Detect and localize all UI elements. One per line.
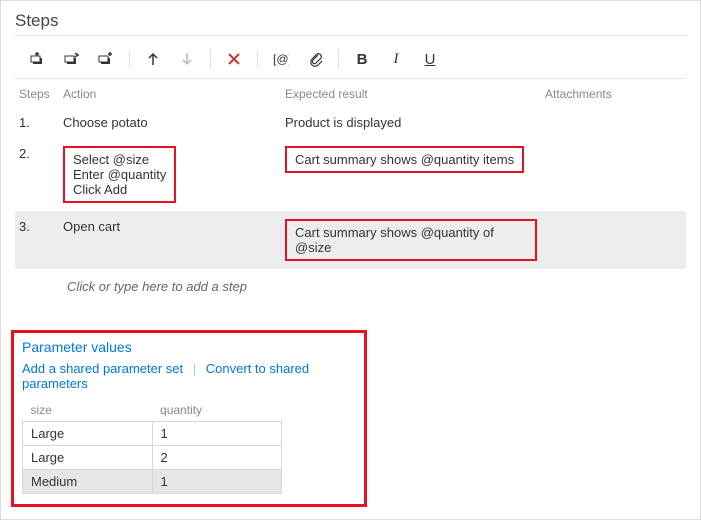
col-action: Action	[59, 85, 281, 107]
create-shared-steps-button[interactable]	[89, 46, 123, 72]
insert-shared-steps-button[interactable]	[55, 46, 89, 72]
attach-button[interactable]	[298, 46, 332, 72]
col-attachments: Attachments	[541, 85, 686, 107]
param-size[interactable]: Large	[23, 422, 153, 446]
step-action: Choose potato	[63, 115, 148, 130]
italic-icon: I	[394, 51, 399, 68]
step-number: 2.	[15, 138, 59, 211]
step-action: Select @size Enter @quantity Click Add	[63, 146, 176, 203]
step-row[interactable]: 2.Select @size Enter @quantity Click Add…	[15, 138, 686, 211]
grid-header-row: Steps Action Expected result Attachments	[15, 85, 686, 107]
param-quantity[interactable]: 1	[152, 470, 281, 494]
param-quantity[interactable]: 1	[152, 422, 281, 446]
step-action-cell[interactable]: Choose potato	[59, 107, 281, 138]
delete-step-button[interactable]	[217, 46, 251, 72]
parameter-links: Add a shared parameter set | Convert to …	[22, 361, 356, 391]
separator	[338, 50, 339, 68]
param-size[interactable]: Large	[23, 446, 153, 470]
parameter-table: size quantity Large1Large2Medium1	[22, 399, 282, 494]
step-action-cell[interactable]: Open cart	[59, 211, 281, 269]
insert-step-icon	[30, 51, 46, 67]
divider	[15, 35, 686, 36]
param-row[interactable]: Large1	[23, 422, 282, 446]
param-row[interactable]: Medium1	[23, 470, 282, 494]
col-expected: Expected result	[281, 85, 541, 107]
step-action-cell[interactable]: Select @size Enter @quantity Click Add	[59, 138, 281, 211]
step-attachments-cell[interactable]	[541, 107, 686, 138]
divider	[15, 78, 686, 79]
separator	[257, 50, 258, 68]
move-up-button[interactable]	[136, 46, 170, 72]
step-number: 1.	[15, 107, 59, 138]
at-icon: [@]	[273, 51, 289, 67]
param-col-quantity: quantity	[152, 399, 281, 422]
underline-icon: U	[425, 51, 436, 68]
step-number: 3.	[15, 211, 59, 269]
steps-grid: Steps Action Expected result Attachments…	[15, 85, 686, 269]
underline-button[interactable]: U	[413, 46, 447, 72]
step-expected: Cart summary shows @quantity items	[285, 146, 524, 173]
toolbar: [@] B I U	[15, 44, 686, 76]
separator	[129, 50, 130, 68]
step-expected: Cart summary shows @quantity of @size	[285, 219, 537, 261]
add-step-placeholder[interactable]: Click or type here to add a step	[15, 269, 686, 294]
paperclip-icon	[307, 51, 323, 67]
step-action: Open cart	[63, 219, 120, 234]
parameter-values-panel: Parameter values Add a shared parameter …	[11, 330, 367, 507]
delete-icon	[226, 51, 242, 67]
parameter-values-title: Parameter values	[22, 339, 356, 355]
param-col-size: size	[23, 399, 153, 422]
insert-step-button[interactable]	[21, 46, 55, 72]
param-row[interactable]: Large2	[23, 446, 282, 470]
panel-title: Steps	[15, 11, 686, 31]
add-shared-parameter-link[interactable]: Add a shared parameter set	[22, 361, 183, 376]
separator	[210, 50, 211, 68]
step-attachments-cell[interactable]	[541, 138, 686, 211]
italic-button[interactable]: I	[379, 46, 413, 72]
steps-panel: Steps [@] B I U	[1, 1, 700, 294]
arrow-up-icon	[145, 51, 161, 67]
step-row[interactable]: 3. Open cart Cart summary shows @quantity …	[15, 211, 686, 269]
step-expected-cell[interactable]: Cart summary shows @quantity of @size	[281, 211, 541, 269]
step-expected-cell[interactable]: Cart summary shows @quantity items	[281, 138, 541, 211]
param-quantity[interactable]: 2	[152, 446, 281, 470]
step-row[interactable]: 1. Choose potato Product is displayed	[15, 107, 686, 138]
insert-shared-icon	[64, 51, 80, 67]
create-shared-icon	[98, 51, 114, 67]
col-steps: Steps	[15, 85, 59, 107]
step-expected: Product is displayed	[285, 115, 401, 130]
insert-parameter-button[interactable]: [@]	[264, 46, 298, 72]
arrow-down-icon	[179, 51, 195, 67]
bold-button[interactable]: B	[345, 46, 379, 72]
move-down-button[interactable]	[170, 46, 204, 72]
separator: |	[193, 361, 196, 376]
param-size[interactable]: Medium	[23, 470, 153, 494]
svg-text:[@]: [@]	[273, 52, 289, 66]
bold-icon: B	[357, 51, 368, 68]
step-attachments-cell[interactable]	[541, 211, 686, 269]
step-expected-cell[interactable]: Product is displayed	[281, 107, 541, 138]
